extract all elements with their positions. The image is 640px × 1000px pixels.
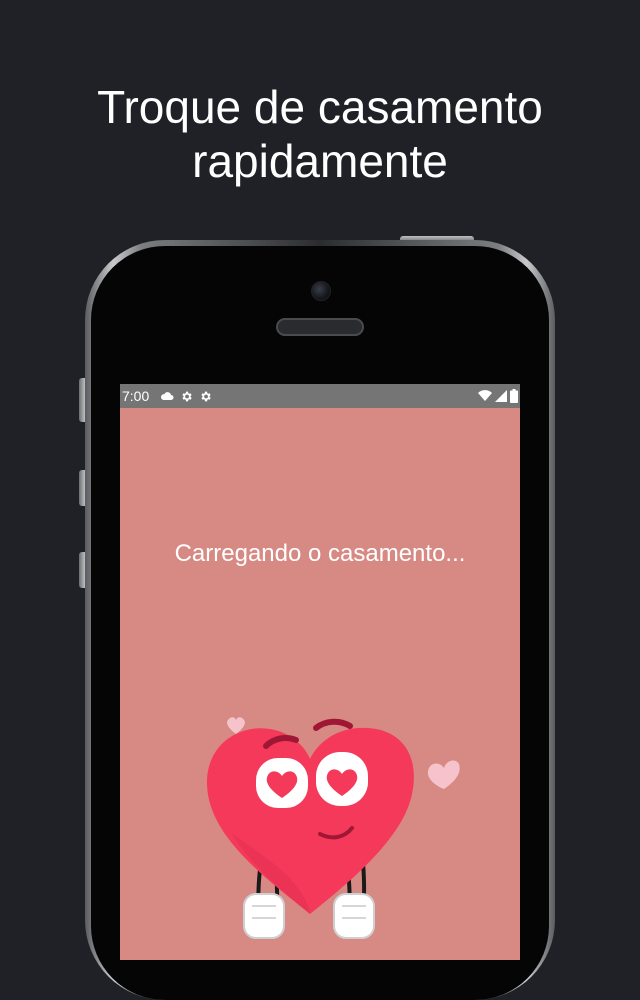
wifi-icon <box>478 390 492 401</box>
status-bar: 7:00 <box>120 384 520 408</box>
status-system-icons <box>478 387 518 405</box>
earpiece-speaker <box>276 318 364 336</box>
headline-line-1: Troque de casamento <box>97 81 543 133</box>
small-heart-icon <box>427 760 460 789</box>
battery-icon <box>510 389 518 403</box>
heart-body <box>206 727 414 914</box>
front-camera <box>311 281 331 301</box>
gear-icon <box>201 391 211 401</box>
signal-icon <box>495 390 507 402</box>
heart-mascot-illustration <box>206 717 460 939</box>
phone-screen: 7:00 Carregando o casamento... <box>120 384 520 960</box>
headline: Troque de casamento rapidamente <box>0 80 640 188</box>
cloud-icon <box>161 392 174 400</box>
loading-message: Carregando o casamento... <box>174 540 466 567</box>
status-notification-icons <box>160 387 212 405</box>
gear-icon <box>182 391 192 401</box>
headline-line-2: rapidamente <box>192 135 448 187</box>
status-time: 7:00 <box>122 388 150 404</box>
